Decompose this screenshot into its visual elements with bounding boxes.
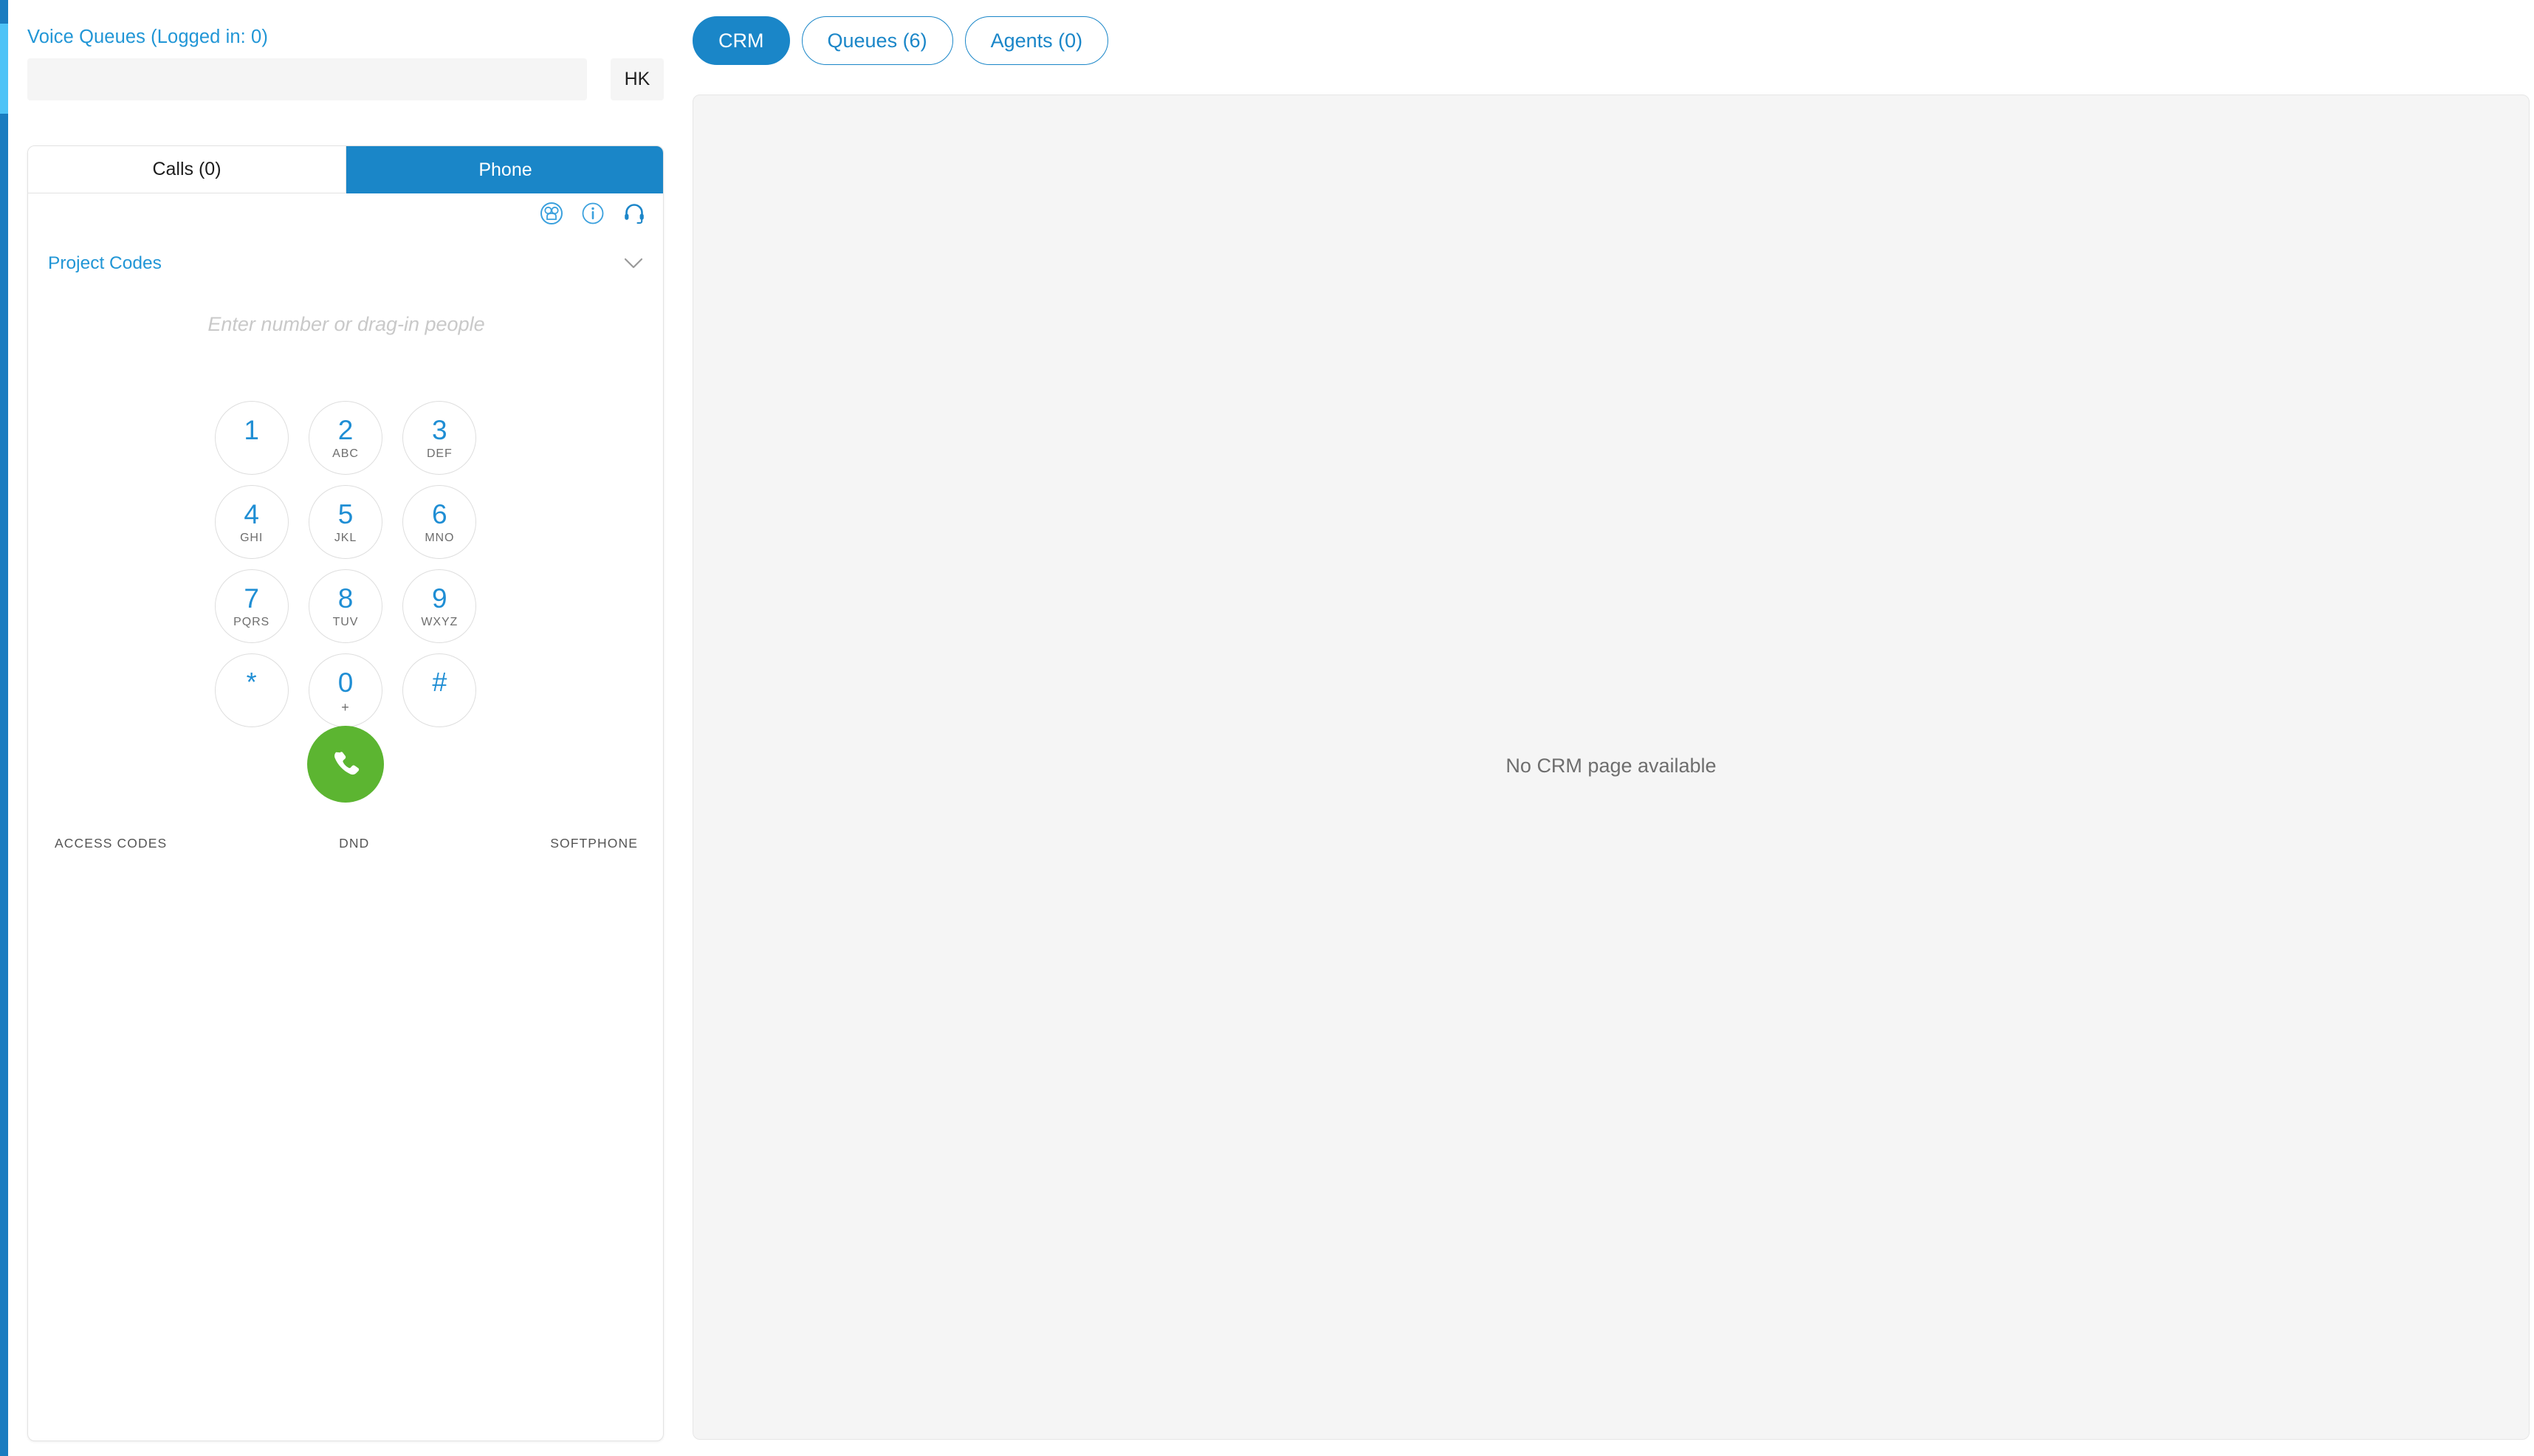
page-scrollbar[interactable]: [0, 0, 8, 1456]
phone-handset-icon: [326, 744, 365, 785]
tab-phone[interactable]: Phone: [346, 146, 663, 193]
dial-key-letters: DEF: [426, 447, 453, 460]
voice-queues-title: Voice Queues (Logged in: 0): [27, 27, 268, 47]
queue-search-row: HK: [27, 58, 664, 100]
dial-key-1[interactable]: 1: [214, 401, 289, 475]
dial-key-6[interactable]: 6 MNO: [402, 485, 477, 559]
dial-key-digit: 4: [244, 498, 259, 529]
dial-key-digit: 2: [337, 414, 354, 445]
dial-key-hash[interactable]: #: [402, 653, 477, 727]
crm-tabbar: CRM Queues (6) Agents (0): [693, 16, 1109, 65]
dialpad: 1 2 ABC 3 DEF 4 GHI 5 JKL 6 MNO 7 PQRS 8 TUV 9 WXYZ * 0 + #: [208, 401, 483, 727]
app-root: Voice Queues (Logged in: 0) HK Calls (0)…: [0, 0, 2534, 1456]
tab-queues[interactable]: Queues (6): [801, 16, 953, 65]
crm-area: CRM Queues (6) Agents (0) No CRM page av…: [676, 0, 2534, 1456]
queue-search-input[interactable]: [27, 58, 587, 100]
chevron-down-icon[interactable]: [622, 255, 645, 272]
dial-key-letters: MNO: [425, 531, 455, 544]
dial-key-8[interactable]: 8 TUV: [308, 569, 382, 643]
scrollbar-thumb[interactable]: [0, 24, 8, 114]
phone-tabs: Calls (0) Phone: [28, 146, 663, 193]
dial-key-letters: PQRS: [233, 615, 270, 628]
phone-actions: ACCESS CODES DND SOFTPHONE: [28, 836, 663, 851]
call-button[interactable]: [307, 726, 384, 803]
tab-agents[interactable]: Agents (0): [964, 16, 1109, 65]
dial-key-letters: TUV: [332, 615, 359, 628]
phone-card: Calls (0) Phone Project Codes Enter numb…: [27, 145, 664, 1441]
voice-queues-sidebar: Voice Queues (Logged in: 0) HK Calls (0)…: [8, 0, 676, 1456]
phone-icon-row: [539, 201, 647, 226]
info-icon[interactable]: [580, 201, 605, 226]
dial-key-digit: 6: [432, 498, 447, 529]
dial-key-letters: JKL: [334, 531, 357, 544]
dial-key-digit: 7: [244, 583, 259, 614]
dial-key-9[interactable]: 9 WXYZ: [402, 569, 477, 643]
dial-key-digit: 3: [432, 414, 447, 445]
dial-key-digit: 0: [337, 667, 354, 698]
crm-empty-message: No CRM page available: [1505, 754, 1717, 777]
dial-key-digit: 1: [244, 414, 259, 445]
crm-panel: No CRM page available: [693, 95, 2530, 1440]
project-codes-label: Project Codes: [48, 253, 162, 273]
dial-key-digit: *: [246, 667, 257, 697]
dial-key-letters: WXYZ: [421, 615, 459, 628]
dial-key-digit: 8: [337, 583, 354, 614]
dial-key-2[interactable]: 2 ABC: [308, 401, 382, 475]
dial-key-digit: #: [432, 667, 447, 697]
access-codes-button[interactable]: ACCESS CODES: [55, 836, 167, 851]
dial-key-4[interactable]: 4 GHI: [214, 485, 289, 559]
headset-icon[interactable]: [622, 201, 647, 226]
dial-key-0[interactable]: 0 +: [308, 653, 382, 727]
hk-button[interactable]: HK: [611, 58, 664, 100]
dial-key-5[interactable]: 5 JKL: [308, 485, 382, 559]
tab-calls[interactable]: Calls (0): [28, 146, 346, 193]
dial-key-letters: ABC: [332, 447, 359, 460]
dnd-button[interactable]: DND: [339, 836, 369, 851]
contacts-icon[interactable]: [539, 201, 564, 226]
number-entry-input[interactable]: [28, 305, 663, 343]
dial-key-star[interactable]: *: [214, 653, 289, 727]
tab-crm[interactable]: CRM: [693, 16, 790, 65]
dial-key-3[interactable]: 3 DEF: [402, 401, 477, 475]
dial-key-letters: GHI: [240, 531, 264, 544]
dial-key-digit: 5: [337, 498, 354, 529]
number-entry-row: [28, 305, 663, 343]
dial-key-digit: 9: [432, 583, 447, 614]
dial-key-7[interactable]: 7 PQRS: [214, 569, 289, 643]
project-codes-row[interactable]: Project Codes: [48, 247, 645, 280]
softphone-button[interactable]: SOFTPHONE: [550, 836, 638, 851]
dial-key-letters: +: [341, 699, 350, 715]
